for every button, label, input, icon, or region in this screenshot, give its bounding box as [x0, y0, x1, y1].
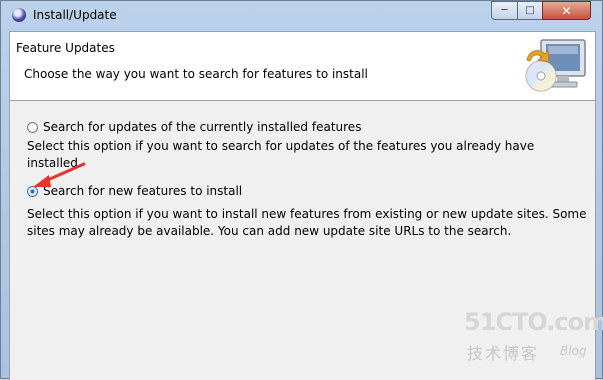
watermark-main: 51CTO.com — [464, 308, 603, 336]
watermark-blog: Blog — [560, 344, 587, 358]
option-description: Select this option if you want to search… — [27, 139, 535, 170]
watermark-sub: 技术博客 — [467, 344, 540, 363]
watermark: 51CTO.com 技术博客 Blog — [464, 308, 603, 368]
eclipse-app-icon — [12, 8, 26, 22]
maximize-button[interactable]: □ — [517, 1, 543, 20]
option-description: Select this option if you want to instal… — [27, 207, 587, 238]
option-label[interactable]: Search for updates of the currently inst… — [43, 120, 361, 134]
option-search-updates[interactable]: Search for updates of the currently inst… — [27, 120, 361, 134]
window-title: Install/Update — [33, 8, 117, 22]
wizard-header: Feature Updates Choose the way you want … — [9, 31, 596, 101]
wizard-page-description: Choose the way you want to search for fe… — [24, 67, 368, 81]
title-bar[interactable]: Install/Update ─ □ ✕ — [1, 1, 602, 31]
computer-cd-icon — [525, 39, 586, 92]
radio-search-updates[interactable] — [27, 121, 38, 133]
install-update-window: Install/Update ─ □ ✕ Feature Updates Cho… — [0, 0, 603, 380]
wizard-page-title: Feature Updates — [16, 41, 115, 55]
red-arrow-annotation — [33, 162, 86, 187]
minimize-button[interactable]: ─ — [491, 1, 518, 20]
close-button[interactable]: ✕ — [542, 1, 591, 20]
